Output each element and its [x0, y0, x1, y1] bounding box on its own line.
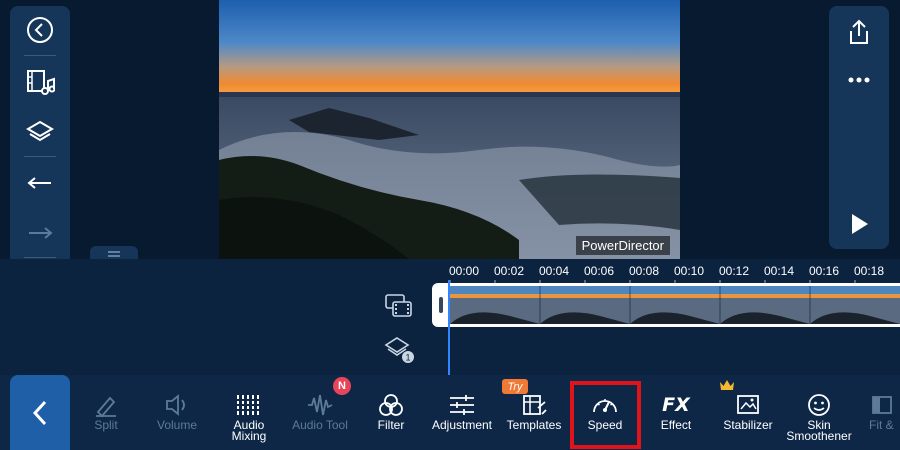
speed-button[interactable]: Speed: [574, 375, 636, 450]
stabilizer-icon: [733, 391, 763, 419]
fit-fill-label: Fit &: [869, 418, 894, 432]
tick-label: 00:04: [539, 264, 570, 278]
chevron-left-icon: [32, 400, 47, 425]
divider: [24, 257, 56, 258]
tick-label: 00:18: [854, 264, 885, 278]
fx-icon: FX: [661, 391, 691, 419]
video-clip[interactable]: [432, 283, 900, 327]
audio-tool-label: Audio Tool: [292, 418, 348, 432]
tick-label: 00:10: [674, 264, 705, 278]
skin-smoothener-icon: [804, 391, 834, 419]
play-button[interactable]: [829, 204, 889, 244]
watermark-label: PowerDirector: [575, 236, 670, 255]
audio-mixing-button[interactable]: Audio Mixing: [218, 375, 280, 450]
volume-button[interactable]: Volume: [146, 375, 208, 450]
video-preview[interactable]: PowerDirector: [219, 0, 680, 259]
playhead[interactable]: [448, 280, 450, 375]
divider: [24, 55, 56, 56]
more-icon: [848, 77, 870, 83]
overlay-track-button[interactable]: 1: [382, 334, 416, 366]
tick-label: 00:12: [719, 264, 750, 278]
tick-label: 00:16: [809, 264, 840, 278]
right-tool-panel: [829, 6, 889, 249]
volume-icon: [162, 391, 192, 419]
toolbar-back-button[interactable]: [10, 375, 70, 450]
audio-tool-icon: [305, 391, 335, 419]
undo-icon: [27, 177, 51, 189]
layers-icon: [26, 120, 54, 142]
filter-button[interactable]: Filter: [361, 375, 421, 450]
clip-thumbnails: [450, 283, 900, 327]
adjustment-button[interactable]: Adjustment: [428, 375, 496, 450]
video-track-button[interactable]: [382, 290, 416, 322]
adjustment-label: Adjustment: [431, 418, 493, 432]
fx-icon-text: FX: [662, 394, 690, 416]
speed-label: Speed: [587, 418, 623, 432]
split-label: Split: [94, 418, 118, 432]
redo-icon: [29, 227, 53, 239]
filter-icon: [376, 391, 406, 419]
back-circle-icon: [27, 17, 53, 43]
skin-smoothener-button[interactable]: Skin Smoothener: [782, 375, 856, 450]
fit-fill-icon: [867, 391, 897, 419]
back-button[interactable]: [10, 10, 70, 50]
video-track-icon: [385, 294, 412, 317]
split-icon: [91, 391, 121, 419]
preview-frame-image: [219, 0, 680, 259]
audio-mixing-icon: [234, 391, 264, 419]
tick-label: 00:02: [494, 264, 525, 278]
audio-mixing-label: Audio Mixing: [231, 418, 267, 443]
drag-handle-icon: [108, 251, 120, 257]
tick-label: 00:14: [764, 264, 795, 278]
layers-button[interactable]: [10, 112, 70, 152]
clip-thumbnail-strip: [450, 286, 900, 324]
try-badge: Try: [502, 379, 528, 394]
undo-button[interactable]: [10, 164, 70, 204]
effect-label: Effect: [660, 418, 692, 432]
stabilizer-label: Stabilizer: [723, 418, 773, 432]
bottom-toolbar: Split Volume Audio Mixing Audio Tool Fil…: [0, 375, 900, 450]
adjustment-icon: [447, 391, 477, 419]
new-badge: N: [333, 377, 351, 395]
crown-icon: [720, 380, 734, 390]
fit-fill-button[interactable]: Fit &: [864, 375, 900, 450]
more-options-button[interactable]: [829, 60, 889, 100]
split-button[interactable]: Split: [76, 375, 136, 450]
overlay-track-icon: 1: [384, 337, 414, 363]
volume-label: Volume: [156, 418, 198, 432]
tick-label: 00:08: [629, 264, 660, 278]
tick-label: 00:00: [449, 264, 480, 278]
share-icon: [850, 19, 868, 44]
filter-label: Filter: [377, 418, 405, 432]
share-button[interactable]: [829, 12, 889, 52]
redo-button[interactable]: [10, 214, 70, 254]
divider: [24, 156, 56, 157]
media-music-button[interactable]: [10, 62, 70, 102]
templates-label: Templates: [506, 418, 562, 432]
templates-icon: [519, 391, 549, 419]
tick-label: 00:06: [584, 264, 615, 278]
play-icon: [852, 214, 868, 234]
overlay-count-badge: 1: [405, 353, 410, 363]
speed-icon: [590, 391, 620, 419]
skin-smoothener-label: Skin Smoothener: [786, 418, 852, 443]
media-music-icon: [27, 70, 55, 95]
effect-button[interactable]: FX Effect: [646, 375, 706, 450]
